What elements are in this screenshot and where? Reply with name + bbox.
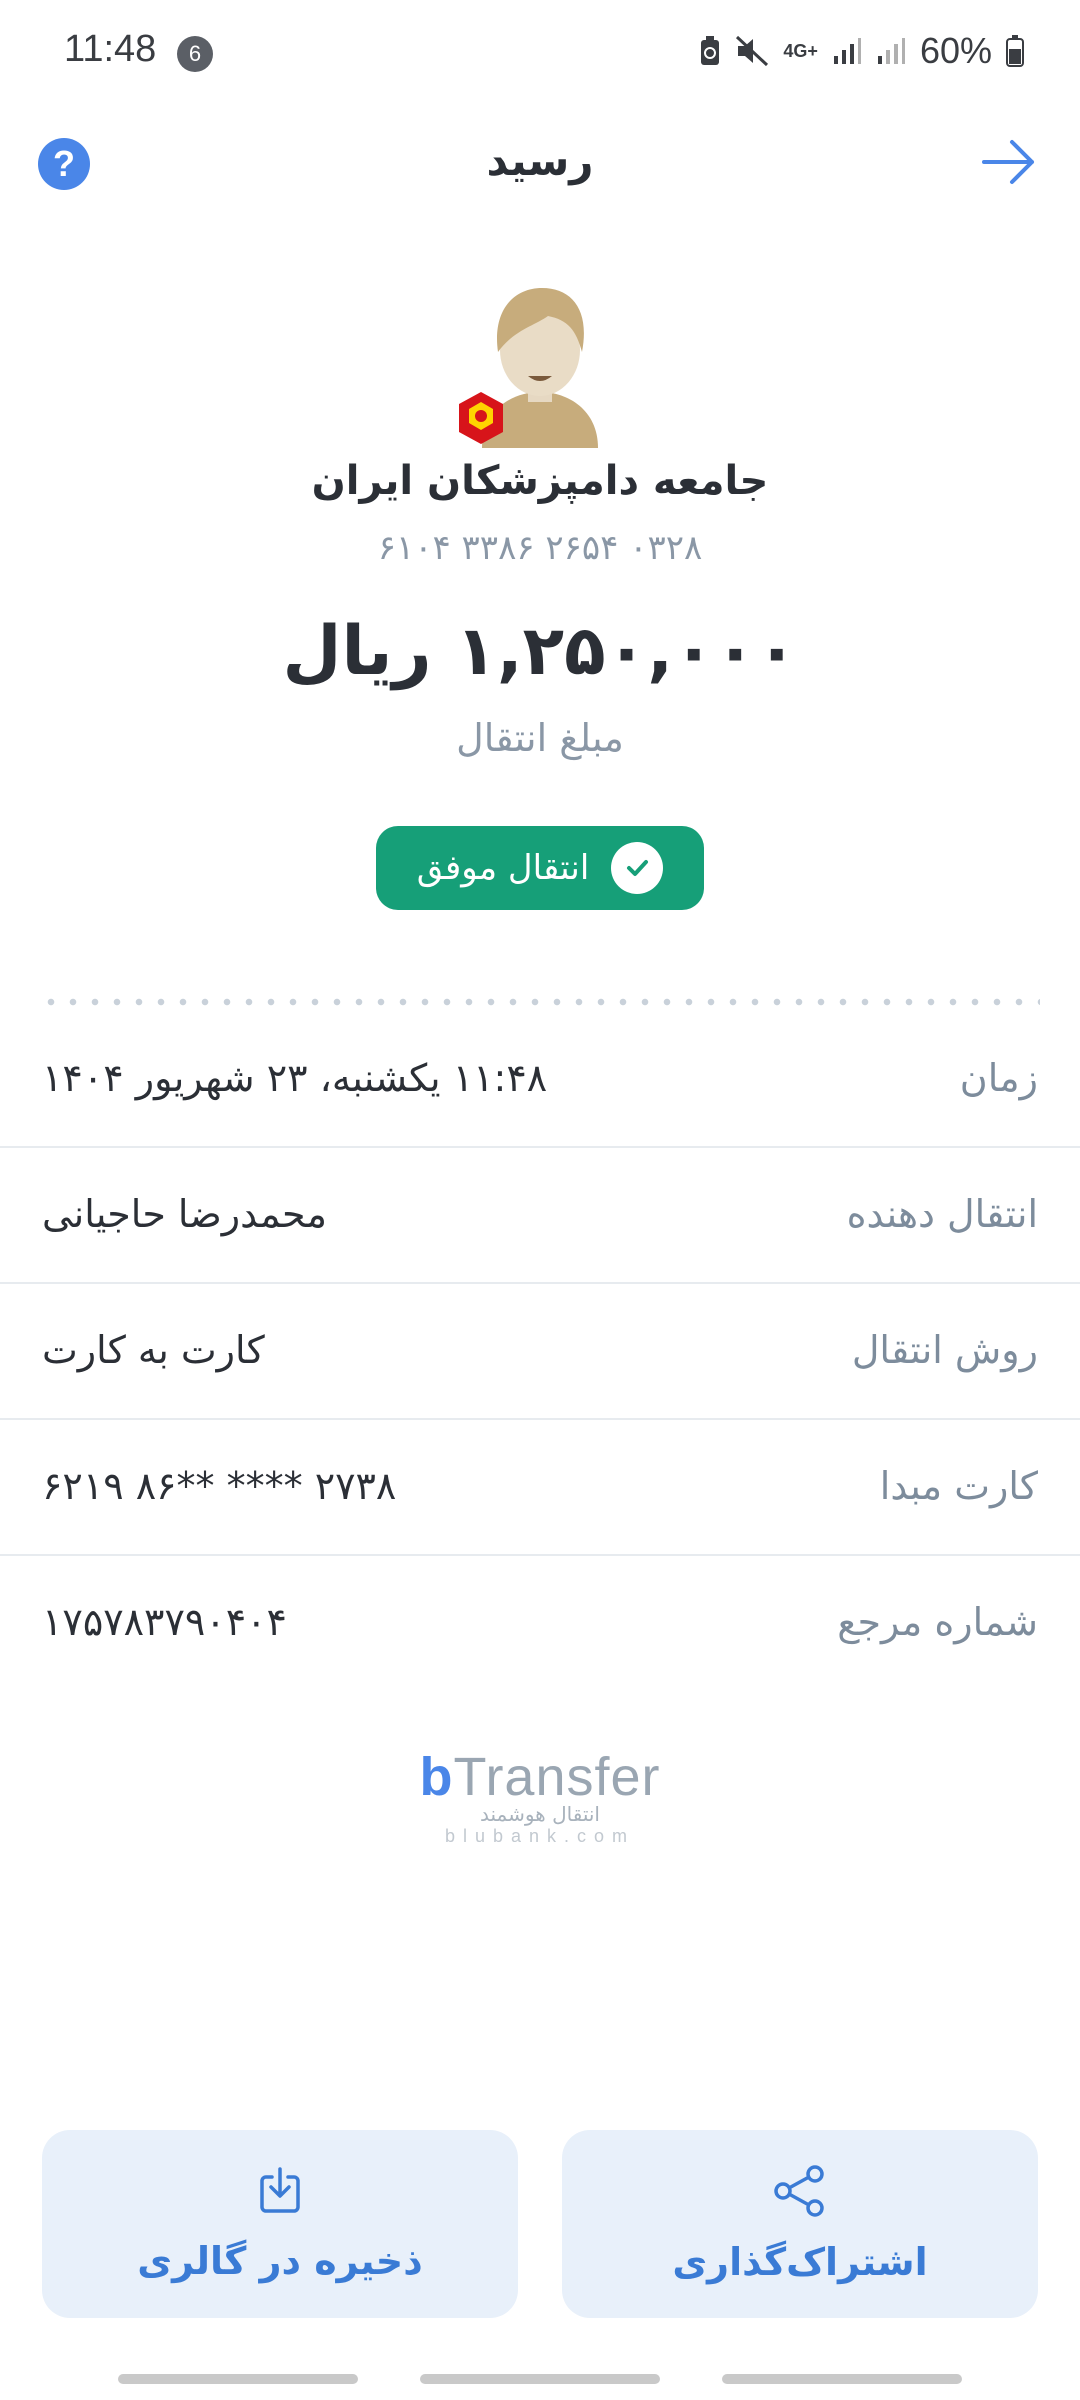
signal-icon-2	[876, 36, 906, 66]
detail-label: روش انتقال	[851, 1328, 1038, 1372]
battery-percent: 60%	[919, 30, 992, 71]
check-icon	[611, 842, 664, 894]
share-button[interactable]: اشتراک‌گذاری	[562, 2130, 1038, 2318]
detail-value: کارت به کارت	[42, 1328, 265, 1372]
detail-row-sender: انتقال دهنده محمدرضا حاجیانی	[0, 1146, 1080, 1284]
recipient-card-number: ۶۱۰۴ ۳۳۸۶ ۲۶۵۴ ۰۳۲۸	[377, 528, 703, 568]
dotted-divider	[40, 998, 1040, 1006]
brand-site: blubank.com	[444, 1826, 636, 1846]
status-time: 11:48	[64, 28, 157, 70]
detail-label: زمان	[959, 1056, 1038, 1100]
page-title: رسید	[486, 136, 594, 185]
transfer-amount-label: مبلغ انتقال	[456, 716, 624, 760]
notification-count-badge: 6	[177, 36, 213, 72]
detail-value: ۶۲۱۹ ۸۶** **** ۲۷۳۸	[42, 1464, 397, 1508]
recipient-name: جامعه دامپزشکان ایران	[311, 458, 769, 504]
battery-saver-icon	[699, 35, 721, 67]
back-button[interactable]	[980, 136, 1038, 192]
mute-icon	[735, 35, 769, 67]
download-icon	[260, 2167, 300, 2213]
brand-logo-b: b	[419, 1747, 454, 1807]
detail-label: انتقال دهنده	[846, 1192, 1038, 1236]
detail-value: ۱۷۵۷۸۳۷۹۰۴۰۴	[42, 1600, 287, 1644]
share-icon	[774, 2165, 824, 2217]
share-label: اشتراک‌گذاری	[672, 2240, 928, 2284]
btransfer-logo: bTransfer انتقال هوشمند blubank.com	[0, 1746, 1080, 1847]
nav-bar-segment[interactable]	[722, 2374, 962, 2384]
bank-logo-icon	[453, 390, 509, 446]
detail-row-source-card: کارت مبدا ۶۲۱۹ ۸۶** **** ۲۷۳۸	[0, 1418, 1080, 1556]
brand-tagline: انتقال هوشمند	[480, 1802, 600, 1826]
battery-icon	[1006, 35, 1024, 67]
save-to-gallery-button[interactable]: ذخیره در گالری	[42, 2130, 518, 2318]
brand-logo-text: Transfer	[453, 1747, 661, 1807]
nav-bar-segment[interactable]	[420, 2374, 660, 2384]
status-icons: 4G+ 60%	[699, 30, 1024, 72]
arrow-right-icon	[982, 140, 1034, 184]
detail-row-method: روش انتقال کارت به کارت	[0, 1282, 1080, 1420]
network-type-label: 4G+	[783, 40, 818, 61]
nav-bar-segment[interactable]	[118, 2374, 358, 2384]
detail-value: ۱۱:۴۸ یکشنبه، ۲۳ شهریور ۱۴۰۴	[42, 1056, 548, 1100]
save-to-gallery-label: ذخیره در گالری	[137, 2239, 423, 2283]
status-label: انتقال موفق	[416, 848, 590, 888]
detail-row-time: زمان ۱۱:۴۸ یکشنبه، ۲۳ شهریور ۱۴۰۴	[0, 1010, 1080, 1148]
detail-row-reference: شماره مرجع ۱۷۵۷۸۳۷۹۰۴۰۴	[0, 1554, 1080, 1690]
detail-value: محمدرضا حاجیانی	[42, 1192, 327, 1236]
status-badge: انتقال موفق	[376, 826, 704, 910]
transfer-amount: ۱,۲۵۰,۰۰۰ ریال	[282, 612, 798, 691]
detail-label: کارت مبدا	[879, 1464, 1038, 1508]
signal-icon	[832, 36, 862, 66]
detail-label: شماره مرجع	[837, 1600, 1038, 1644]
